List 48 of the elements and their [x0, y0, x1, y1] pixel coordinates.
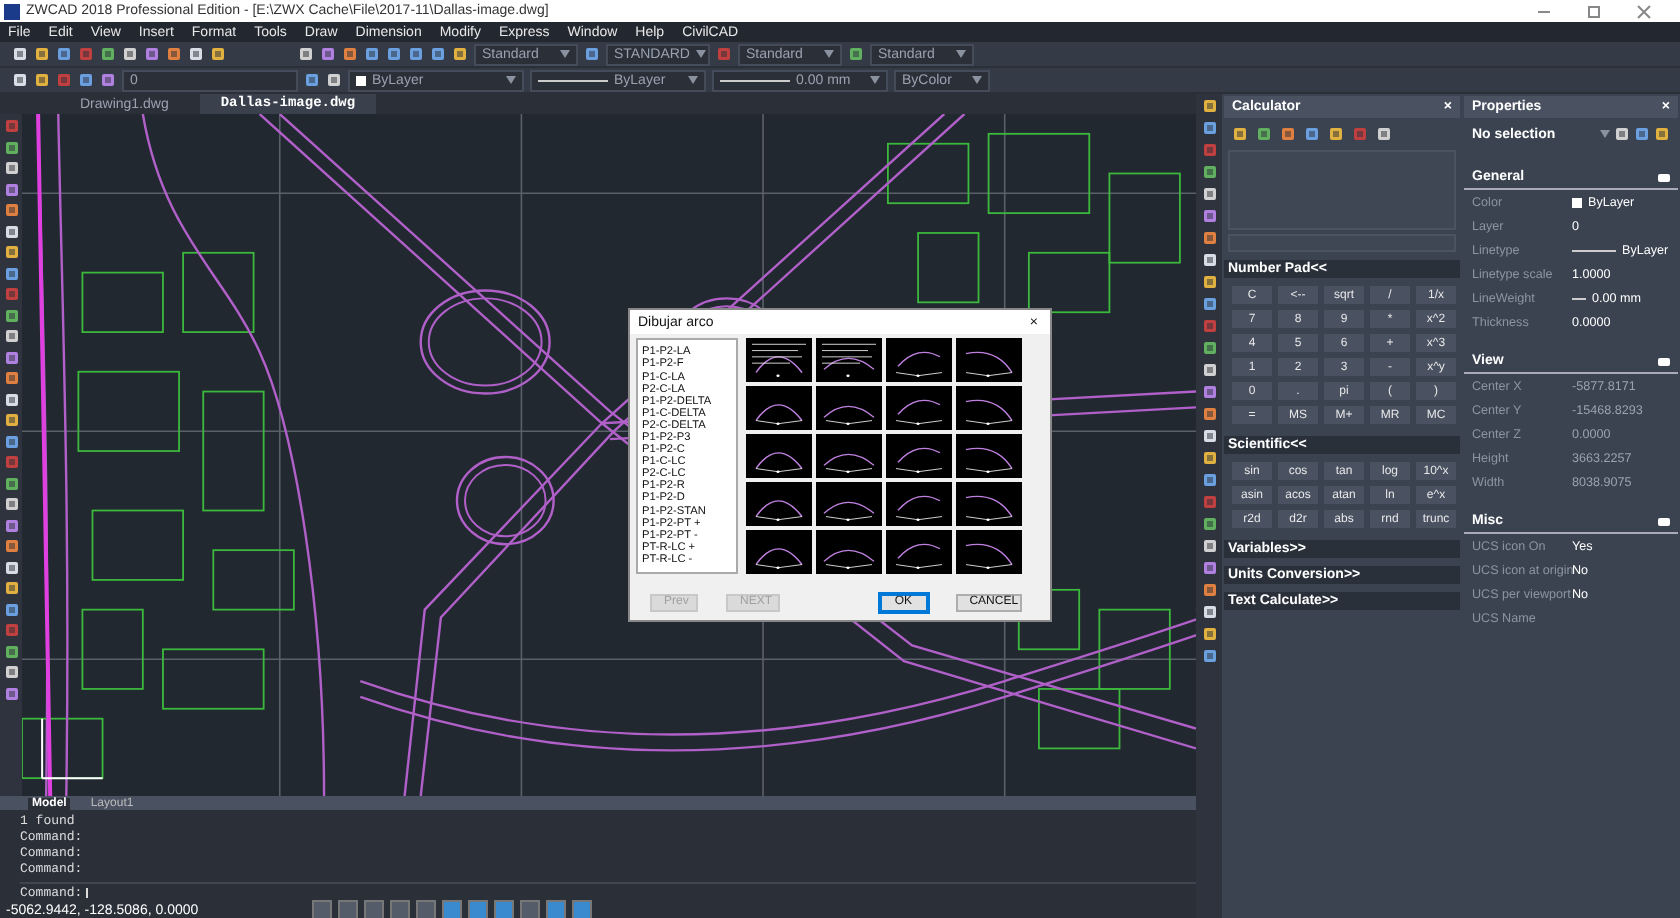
arc-diagram-drawing[interactable] [886, 338, 952, 382]
close-icon[interactable] [1636, 3, 1652, 19]
status-toggle[interactable] [468, 900, 488, 918]
status-toggle[interactable] [364, 900, 384, 918]
arc-diagram-drawing[interactable] [816, 482, 882, 526]
caret-icon [688, 76, 698, 84]
line-sample [1572, 249, 1616, 251]
arc-diagram-drawing[interactable] [886, 434, 952, 478]
arc-diagram-drawing[interactable] [956, 338, 1022, 382]
arc-diagram-drawing[interactable] [816, 530, 882, 574]
status-toggle[interactable] [338, 900, 358, 918]
arc-diagram-drawing[interactable] [886, 530, 952, 574]
line-sample [1572, 297, 1586, 299]
arc-diagram-drawing[interactable] [746, 386, 812, 430]
maximize-icon[interactable] [1586, 3, 1602, 19]
arc-diagram-drawing[interactable] [746, 482, 812, 526]
caret-icon [1600, 130, 1610, 138]
status-toggle[interactable] [390, 900, 410, 918]
caret-icon [506, 76, 516, 84]
color-swatch [1572, 197, 1582, 207]
status-toggle[interactable] [416, 900, 436, 918]
arc-diagram-drawing[interactable] [956, 434, 1022, 478]
caret-icon [824, 50, 834, 58]
caret-icon [870, 76, 880, 84]
caret-icon [695, 50, 706, 58]
status-toggle[interactable] [442, 900, 462, 918]
arc-diagram-drawing[interactable] [956, 530, 1022, 574]
status-toggle[interactable] [312, 900, 332, 918]
arc-diagram-drawing[interactable] [746, 338, 812, 382]
tool-icon[interactable] [848, 46, 864, 62]
caret-icon [956, 50, 966, 58]
arc-diagram-drawing[interactable] [956, 482, 1022, 526]
arc-diagram-drawing[interactable] [746, 434, 812, 478]
arc-diagram-drawing[interactable] [886, 386, 952, 430]
arc-diagram-drawing[interactable] [816, 434, 882, 478]
caret-icon [972, 76, 982, 84]
status-toggle[interactable] [520, 900, 540, 918]
arc-diagram-drawing[interactable] [886, 482, 952, 526]
arc-diagram-drawing[interactable] [816, 338, 882, 382]
tool-icon[interactable] [584, 46, 600, 62]
status-toggle[interactable] [572, 900, 592, 918]
arc-diagram-drawing[interactable] [956, 386, 1022, 430]
arc-diagram-drawing[interactable] [816, 386, 882, 430]
app-logo-icon [4, 3, 20, 19]
status-toggle[interactable] [546, 900, 566, 918]
status-toggle[interactable] [494, 900, 514, 918]
arc-diagram-drawing[interactable] [746, 530, 812, 574]
caret-icon [560, 50, 570, 58]
